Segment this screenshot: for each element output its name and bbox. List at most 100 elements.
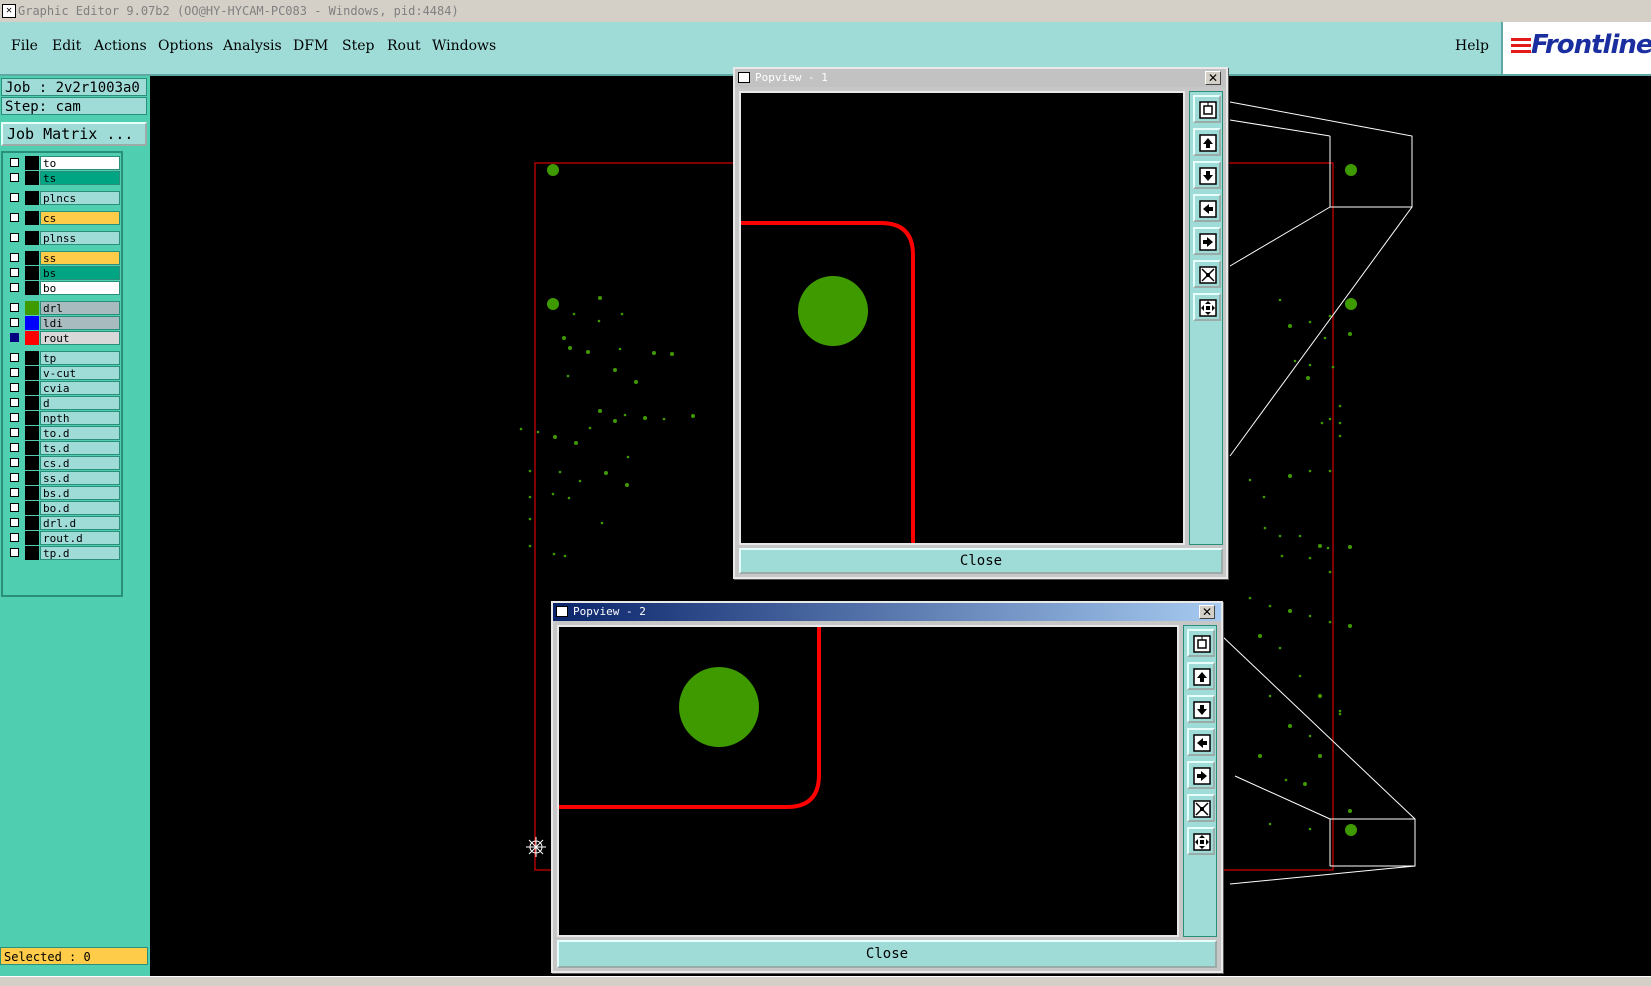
layer-name[interactable]: d [40,396,120,410]
zoom-out-button[interactable] [1187,794,1215,822]
layer-color-swatch[interactable] [25,441,39,455]
layer-checkbox[interactable] [10,253,19,262]
layer-name[interactable]: v-cut [40,366,120,380]
menu-file[interactable]: File [11,38,38,54]
layer-name[interactable]: plnss [40,231,120,245]
layer-color-swatch[interactable] [25,411,39,425]
zoom-out-button[interactable] [1193,260,1221,288]
layer-checkbox[interactable] [10,283,19,292]
layer-row-rout-d[interactable]: rout.d [6,531,122,545]
layer-color-swatch[interactable] [25,501,39,515]
layer-row-plncs[interactable]: plncs [6,191,122,205]
layer-row-ldi[interactable]: ldi [6,316,122,330]
menu-dfm[interactable]: DFM [293,38,328,54]
layer-color-swatch[interactable] [25,156,39,170]
layer-checkbox[interactable] [10,368,19,377]
layer-name[interactable]: rout.d [40,531,120,545]
layer-color-swatch[interactable] [25,231,39,245]
layer-checkbox[interactable] [10,533,19,542]
popview-2-close-button[interactable]: Close [557,940,1217,968]
zoom-in-button[interactable] [1193,293,1221,321]
layer-name[interactable]: npth [40,411,120,425]
layer-name[interactable]: tp.d [40,546,120,560]
pan-right-button[interactable] [1187,761,1215,789]
layer-name[interactable]: ss.d [40,471,120,485]
zoom-in-button[interactable] [1187,827,1215,855]
layer-name[interactable]: ts [40,171,120,185]
layer-checkbox[interactable] [10,428,19,437]
layer-checkbox[interactable] [10,503,19,512]
layer-name[interactable]: tp [40,351,120,365]
popview-1-close-button[interactable]: Close [739,548,1223,574]
layer-row-drl-d[interactable]: drl.d [6,516,122,530]
layer-color-swatch[interactable] [25,456,39,470]
layer-color-swatch[interactable] [25,471,39,485]
layer-color-swatch[interactable] [25,426,39,440]
layer-color-swatch[interactable] [25,381,39,395]
layer-row-bs-d[interactable]: bs.d [6,486,122,500]
layer-row-d[interactable]: d [6,396,122,410]
layer-checkbox[interactable] [10,303,19,312]
layer-color-swatch[interactable] [25,486,39,500]
layer-row-bo[interactable]: bo [6,281,122,295]
layer-checkbox[interactable] [10,488,19,497]
layer-color-swatch[interactable] [25,211,39,225]
layer-color-swatch[interactable] [25,531,39,545]
layer-checkbox[interactable] [10,518,19,527]
layer-row-drl[interactable]: drl [6,301,122,315]
layer-color-swatch[interactable] [25,316,39,330]
layer-color-swatch[interactable] [25,191,39,205]
layer-checkbox[interactable] [10,233,19,242]
layer-checkbox[interactable] [10,353,19,362]
layer-color-swatch[interactable] [25,251,39,265]
pan-right-button[interactable] [1193,227,1221,255]
layer-checkbox[interactable] [10,268,19,277]
layer-checkbox[interactable] [10,333,19,342]
pan-up-button[interactable] [1193,128,1221,156]
layer-row-bo-d[interactable]: bo.d [6,501,122,515]
layer-name[interactable]: to [40,156,120,170]
job-matrix-button[interactable]: Job Matrix ... [1,122,147,146]
layer-color-swatch[interactable] [25,516,39,530]
menu-actions[interactable]: Actions [94,38,147,54]
layer-name[interactable]: ss [40,251,120,265]
popview-2-titlebar[interactable]: Popview - 2 [553,603,1221,621]
layer-row-to[interactable]: to [6,156,122,170]
layer-color-swatch[interactable] [25,281,39,295]
layer-row-plnss[interactable]: plnss [6,231,122,245]
layer-row-tp-d[interactable]: tp.d [6,546,122,560]
menu-rout[interactable]: Rout [387,38,421,54]
layer-color-swatch[interactable] [25,266,39,280]
layer-row-ts[interactable]: ts [6,171,122,185]
pan-left-button[interactable] [1187,728,1215,756]
popview-1-titlebar[interactable]: Popview - 1 [735,69,1226,87]
menu-options[interactable]: Options [158,38,213,54]
layer-checkbox[interactable] [10,193,19,202]
layer-name[interactable]: rout [40,331,120,345]
layer-row-cvia[interactable]: cvia [6,381,122,395]
layer-name[interactable]: plncs [40,191,120,205]
layer-checkbox[interactable] [10,158,19,167]
layer-name[interactable]: bs [40,266,120,280]
layer-row-cs-d[interactable]: cs.d [6,456,122,470]
layer-name[interactable]: ldi [40,316,120,330]
popview-window-2[interactable]: Popview - 2 ✕ Close [551,601,1223,973]
menu-help[interactable]: Help [1455,38,1489,54]
pan-down-button[interactable] [1187,695,1215,723]
layer-row-ts-d[interactable]: ts.d [6,441,122,455]
menu-analysis[interactable]: Analysis [223,38,282,54]
layer-name[interactable]: cs.d [40,456,120,470]
layer-color-swatch[interactable] [25,396,39,410]
popview-window-1[interactable]: Popview - 1 ✕ Close [733,67,1228,579]
layer-row-v-cut[interactable]: v-cut [6,366,122,380]
layer-name[interactable]: bo.d [40,501,120,515]
close-icon[interactable]: ✕ [1199,605,1215,619]
layer-name[interactable]: drl.d [40,516,120,530]
popview-2-view[interactable] [557,625,1179,937]
pan-left-button[interactable] [1193,194,1221,222]
layer-checkbox[interactable] [10,548,19,557]
layer-checkbox[interactable] [10,318,19,327]
menu-step[interactable]: Step [342,38,374,54]
layer-name[interactable]: to.d [40,426,120,440]
pan-down-button[interactable] [1193,161,1221,189]
